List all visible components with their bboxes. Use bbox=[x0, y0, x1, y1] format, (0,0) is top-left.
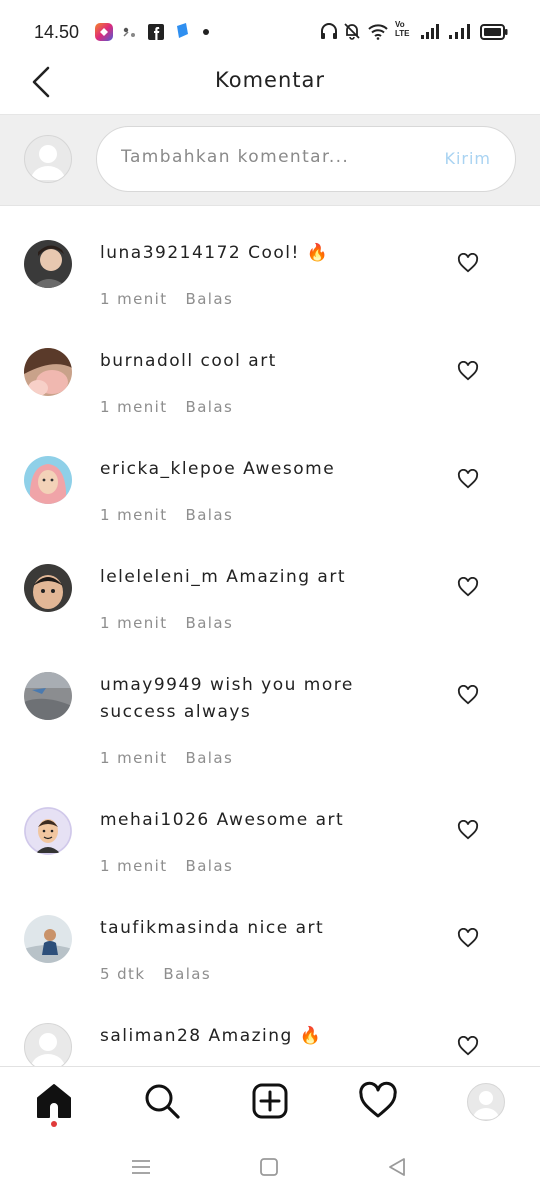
reply-button[interactable]: Balas bbox=[186, 506, 234, 524]
comment-username[interactable]: mehai1026 bbox=[100, 810, 210, 830]
headphones-icon bbox=[321, 23, 337, 39]
comment-input-box[interactable]: Kirim bbox=[96, 126, 516, 192]
comment-username[interactable]: leleleleni_m bbox=[100, 567, 219, 587]
avatar[interactable] bbox=[24, 348, 72, 396]
comment-text: Amazing 🔥 bbox=[208, 1026, 323, 1046]
comment-text: Cool! 🔥 bbox=[248, 243, 330, 263]
comment-time: 1 menit bbox=[100, 506, 168, 524]
volte-indicator: Vo LTE bbox=[395, 20, 410, 38]
wifi-icon bbox=[368, 24, 388, 40]
comment-text: Awesome art bbox=[216, 810, 345, 830]
heart-outline-icon[interactable] bbox=[457, 577, 479, 597]
comment-username[interactable]: luna39214172 bbox=[100, 243, 241, 263]
heart-outline-icon[interactable] bbox=[457, 253, 479, 273]
current-user-avatar bbox=[24, 135, 72, 183]
mute-bell-icon bbox=[344, 23, 360, 40]
comment-composer: Kirim bbox=[0, 115, 540, 206]
heart-icon[interactable] bbox=[358, 1081, 398, 1121]
heart-outline-icon[interactable] bbox=[457, 820, 479, 840]
more-notifications-dot-icon bbox=[203, 29, 209, 35]
comment-time: 1 menit bbox=[100, 290, 168, 308]
avatar[interactable] bbox=[24, 564, 72, 612]
search-icon[interactable] bbox=[142, 1081, 182, 1121]
battery-icon bbox=[480, 24, 508, 40]
notification-dot bbox=[51, 1121, 57, 1127]
reply-button[interactable]: Balas bbox=[163, 965, 211, 983]
comment-username[interactable]: ericka_klepoe bbox=[100, 459, 236, 479]
back-button-icon[interactable] bbox=[386, 1156, 408, 1178]
home-button-icon[interactable] bbox=[259, 1157, 279, 1177]
avatar[interactable] bbox=[24, 1023, 72, 1071]
app-notification-icon-2 bbox=[177, 23, 188, 38]
comment-input[interactable] bbox=[121, 147, 421, 167]
add-post-icon[interactable] bbox=[250, 1081, 290, 1121]
app-header: Komentar bbox=[0, 56, 540, 115]
recent-apps-icon[interactable] bbox=[130, 1158, 152, 1176]
page-title: Komentar bbox=[215, 68, 325, 92]
comment-text: nice art bbox=[247, 918, 325, 938]
reply-button[interactable]: Balas bbox=[186, 857, 234, 875]
profile-avatar[interactable] bbox=[467, 1083, 505, 1121]
heart-outline-icon[interactable] bbox=[457, 469, 479, 489]
comment-username[interactable]: umay9949 bbox=[100, 675, 203, 695]
avatar[interactable] bbox=[24, 807, 72, 855]
avatar[interactable] bbox=[24, 672, 72, 720]
status-time: 14.50 bbox=[34, 22, 80, 42]
heart-outline-icon[interactable] bbox=[457, 685, 479, 705]
comment-time: 1 menit bbox=[100, 614, 168, 632]
comment-text: cool art bbox=[200, 351, 277, 371]
bottom-navigation bbox=[0, 1066, 540, 1141]
avatar[interactable] bbox=[24, 915, 72, 963]
app-notification-icon bbox=[95, 23, 113, 41]
heart-outline-icon[interactable] bbox=[457, 361, 479, 381]
reply-button[interactable]: Balas bbox=[186, 614, 234, 632]
comment-username[interactable]: saliman28 bbox=[100, 1026, 202, 1046]
comment-time: 1 menit bbox=[100, 749, 168, 767]
comment-text: Awesome bbox=[243, 459, 336, 479]
system-navigation-bar bbox=[0, 1140, 540, 1200]
signal-strength-icon-2 bbox=[449, 24, 470, 39]
avatar[interactable] bbox=[24, 456, 72, 504]
status-bar: 14.50 Vo LTE bbox=[0, 0, 540, 56]
game-notification-icon bbox=[123, 27, 135, 37]
send-button[interactable]: Kirim bbox=[444, 149, 491, 168]
avatar[interactable] bbox=[24, 240, 72, 288]
signal-strength-icon bbox=[421, 24, 439, 39]
reply-button[interactable]: Balas bbox=[186, 749, 234, 767]
comment-text: Amazing art bbox=[226, 567, 346, 587]
comment-time: 1 menit bbox=[100, 857, 168, 875]
comment-username[interactable]: burnadoll bbox=[100, 351, 194, 371]
heart-outline-icon[interactable] bbox=[457, 928, 479, 948]
facebook-icon bbox=[148, 24, 164, 40]
comment-username[interactable]: taufikmasinda bbox=[100, 918, 240, 938]
reply-button[interactable]: Balas bbox=[186, 398, 234, 416]
comment-time: 1 menit bbox=[100, 398, 168, 416]
home-icon[interactable] bbox=[34, 1081, 74, 1121]
reply-button[interactable]: Balas bbox=[186, 290, 234, 308]
comment-time: 5 dtk bbox=[100, 965, 146, 983]
heart-outline-icon[interactable] bbox=[457, 1036, 479, 1056]
